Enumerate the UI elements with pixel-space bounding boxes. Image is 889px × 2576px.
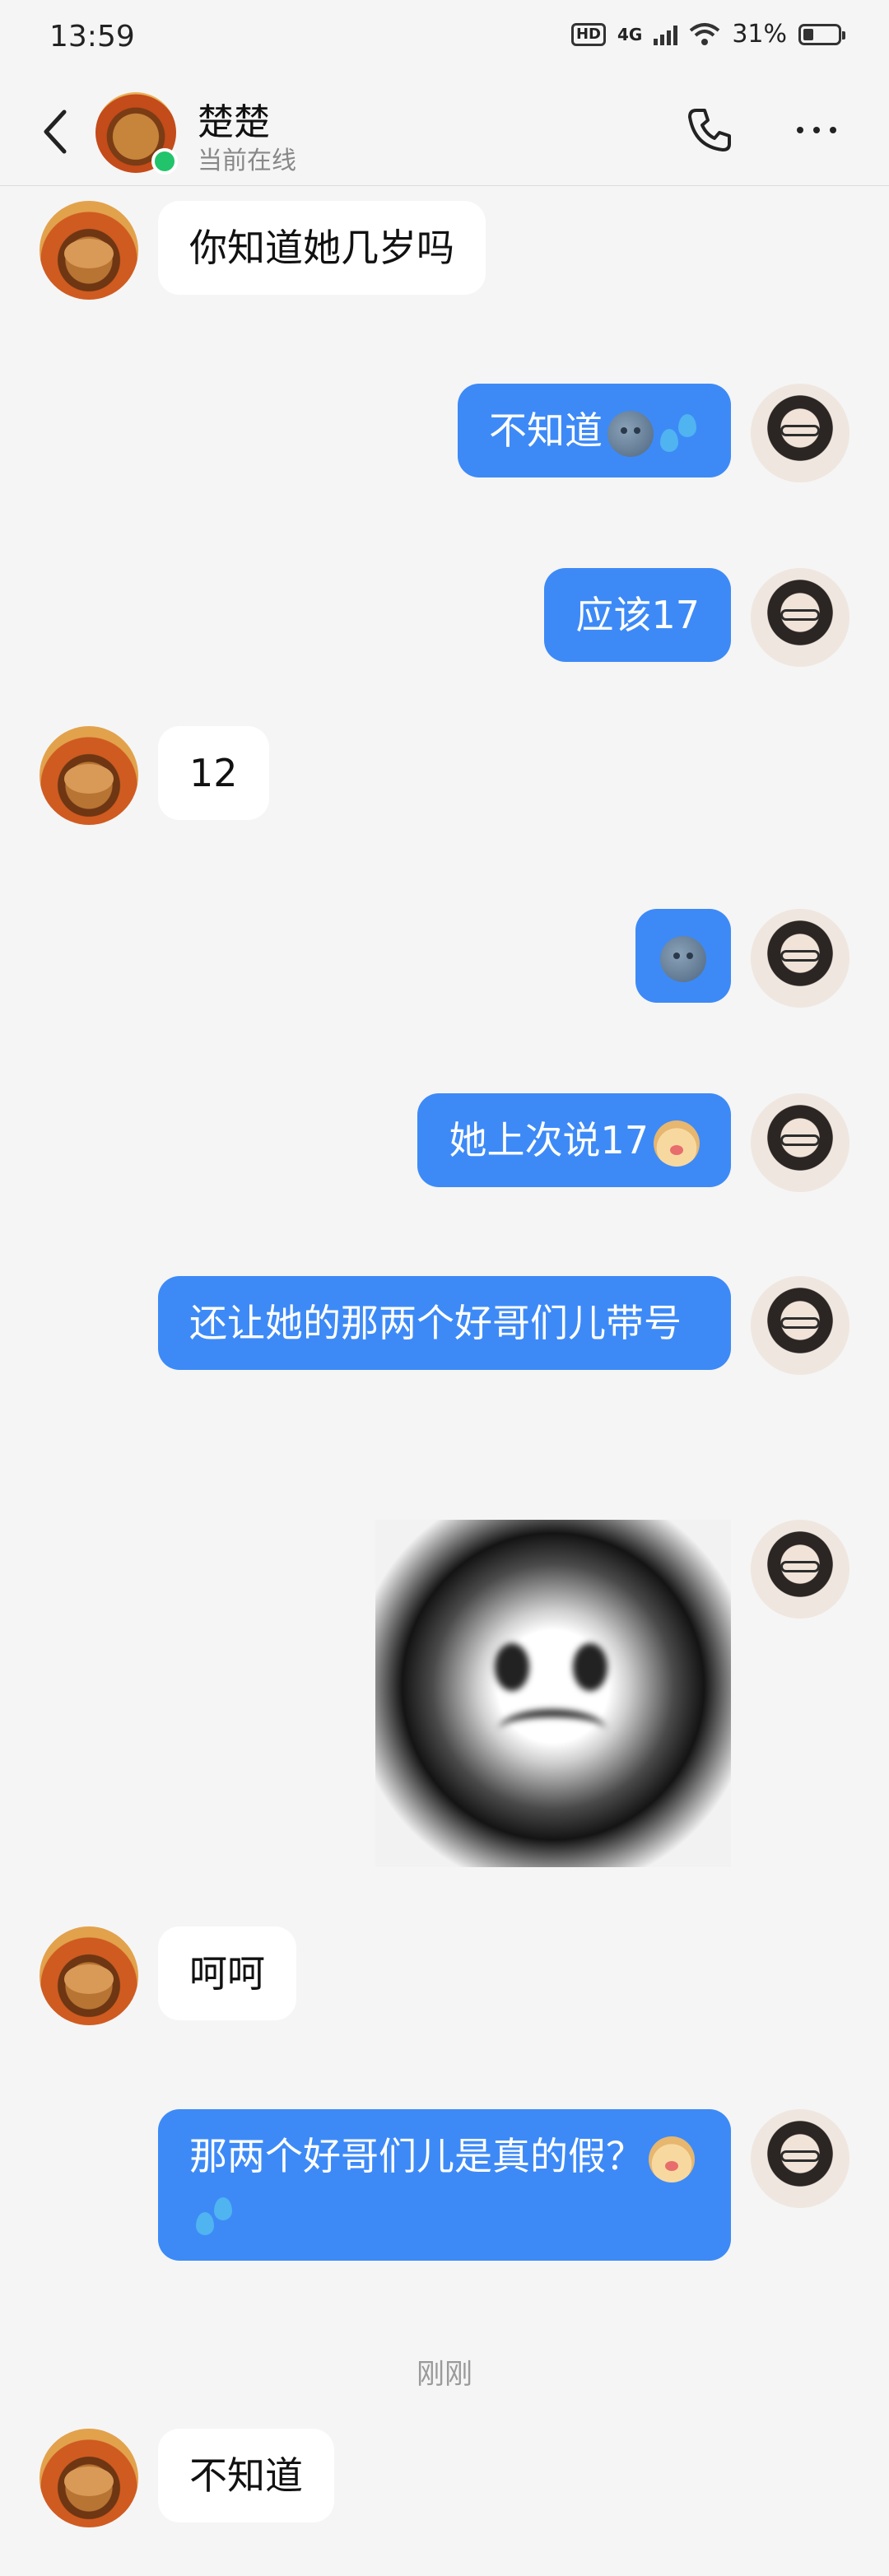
pig-emoji-icon xyxy=(654,1120,700,1167)
message-bubble[interactable]: 你知道她几岁吗 xyxy=(158,201,486,295)
contact-avatar[interactable] xyxy=(40,726,138,825)
contact-avatar[interactable] xyxy=(40,201,138,300)
status-icons: HD 4G 31% xyxy=(570,20,845,49)
message-bubble[interactable]: 不知道 xyxy=(458,384,731,477)
pig-emoji-icon xyxy=(649,2136,695,2182)
message-bubble[interactable]: 那两个好哥们儿是真的假？ xyxy=(158,2109,731,2261)
message-bubble[interactable]: 呵呵 xyxy=(158,1926,296,2020)
status-time: 13:59 xyxy=(49,20,135,54)
my-avatar[interactable] xyxy=(751,1520,849,1619)
online-status-dot xyxy=(151,148,178,175)
message-bubble[interactable]: 不知道 xyxy=(158,2429,334,2522)
battery-percent: 31% xyxy=(732,20,787,49)
contact-name[interactable]: 楚楚 xyxy=(198,92,270,145)
battery-icon xyxy=(798,23,845,45)
my-avatar[interactable] xyxy=(751,1276,849,1375)
my-avatar[interactable] xyxy=(751,2109,849,2208)
sweat-drops-emoji-icon xyxy=(659,411,700,457)
moon-emoji-icon xyxy=(607,410,654,457)
my-avatar[interactable] xyxy=(751,1093,849,1192)
message-bubble[interactable]: 她上次说17 xyxy=(417,1093,731,1187)
message-bubble[interactable]: 还让她的那两个好哥们儿带号 xyxy=(158,1276,731,1370)
chat-header: 楚楚 当前在线 xyxy=(0,76,889,186)
hd-icon: HD xyxy=(570,22,606,46)
network-type: 4G xyxy=(617,24,643,44)
sweat-drops-emoji-icon xyxy=(194,2194,235,2240)
contact-status: 当前在线 xyxy=(198,147,296,175)
wifi-icon xyxy=(690,22,720,45)
panda-meme-sticker[interactable] xyxy=(375,1520,731,1867)
my-avatar[interactable] xyxy=(751,568,849,667)
my-avatar[interactable] xyxy=(751,384,849,482)
message-bubble[interactable]: 12 xyxy=(158,726,269,820)
phone-icon[interactable] xyxy=(685,105,734,155)
contact-avatar[interactable] xyxy=(40,1926,138,2025)
more-icon[interactable] xyxy=(797,127,836,133)
timestamp-divider: 刚刚 xyxy=(417,2358,472,2391)
moon-emoji-icon xyxy=(660,935,706,982)
back-arrow-icon[interactable] xyxy=(36,107,77,156)
message-bubble[interactable]: 应该17 xyxy=(544,568,731,662)
emoji-message-bubble[interactable] xyxy=(635,909,731,1003)
signal-icon xyxy=(654,24,678,45)
contact-avatar[interactable] xyxy=(40,2429,138,2527)
my-avatar[interactable] xyxy=(751,909,849,1008)
status-bar: 13:59 HD 4G 31% xyxy=(0,0,889,76)
